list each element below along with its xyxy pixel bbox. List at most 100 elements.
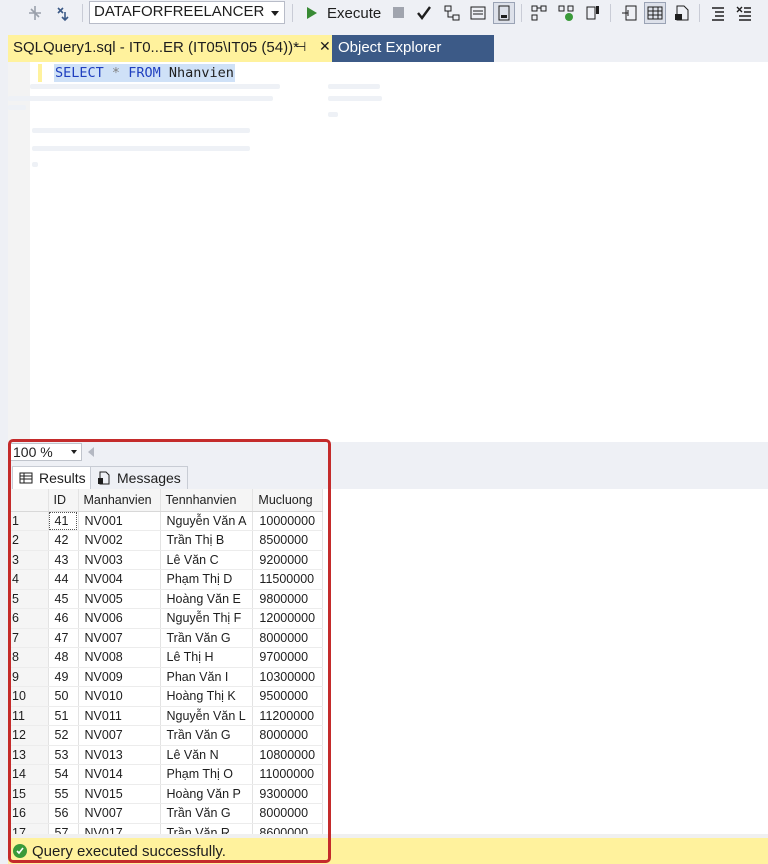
table-cell[interactable]: 11500000: [252, 569, 324, 590]
table-cell[interactable]: 51: [48, 706, 79, 726]
results-text-mode-icon[interactable]: [618, 2, 640, 24]
table-cell[interactable]: 46: [48, 608, 79, 629]
table-cell[interactable]: NV002: [78, 530, 161, 551]
table-cell[interactable]: 45: [48, 589, 79, 609]
column-header[interactable]: Tennhanvien: [160, 489, 254, 512]
pin-icon[interactable]: ⊣: [295, 39, 306, 55]
table-cell[interactable]: 8500000: [252, 530, 324, 551]
results-to-text-icon[interactable]: [467, 2, 489, 24]
table-cell[interactable]: Trần Văn R: [160, 823, 254, 834]
table-cell[interactable]: Nguyễn Thị F: [160, 608, 254, 629]
row-number[interactable]: 7: [8, 628, 49, 648]
table-cell[interactable]: 10000000: [252, 511, 324, 531]
column-header[interactable]: Manhanvien: [78, 489, 161, 512]
table-row[interactable]: 10 50 NV010 Hoàng Thị K 9500000: [8, 686, 324, 707]
table-row[interactable]: 9 49 NV009 Phan Văn I 10300000: [8, 667, 324, 687]
table-cell[interactable]: NV014: [78, 764, 161, 785]
sql-editor[interactable]: SELECT * FROM Nhanvien: [8, 62, 768, 442]
table-row[interactable]: 6 46 NV006 Nguyễn Thị F 12000000: [8, 608, 324, 629]
table-row[interactable]: 5 45 NV005 Hoàng Văn E 9800000: [8, 589, 324, 609]
table-row[interactable]: 7 47 NV007 Trần Văn G 8000000: [8, 628, 324, 648]
table-row[interactable]: 16 56 NV007 Trần Văn G 8000000: [8, 803, 324, 824]
client-stats-icon[interactable]: [582, 2, 604, 24]
table-cell[interactable]: 49: [48, 667, 79, 687]
table-cell[interactable]: 12000000: [252, 608, 324, 629]
table-cell[interactable]: NV010: [78, 686, 161, 707]
row-number[interactable]: 15: [8, 784, 49, 804]
table-cell[interactable]: Hoàng Văn E: [160, 589, 254, 609]
display-plan-icon[interactable]: [528, 2, 550, 24]
table-cell[interactable]: Nguyễn Văn A: [160, 511, 254, 531]
row-number[interactable]: 17: [8, 823, 49, 834]
table-cell[interactable]: 56: [48, 803, 79, 824]
row-number[interactable]: 3: [8, 550, 49, 570]
results-to-grid-icon[interactable]: [493, 2, 515, 24]
table-row[interactable]: 4 44 NV004 Phạm Thị D 11500000: [8, 569, 324, 590]
stop-icon[interactable]: [393, 7, 404, 18]
table-cell[interactable]: Lê Văn N: [160, 745, 254, 765]
row-number[interactable]: 2: [8, 530, 49, 551]
close-icon[interactable]: ✕: [319, 38, 331, 55]
row-number[interactable]: 4: [8, 569, 49, 590]
table-cell[interactable]: NV013: [78, 745, 161, 765]
table-cell[interactable]: 8600000: [252, 823, 324, 834]
table-cell[interactable]: Trần Văn G: [160, 628, 254, 648]
column-header[interactable]: Mucluong: [252, 489, 324, 512]
table-cell[interactable]: Trần Văn G: [160, 725, 254, 746]
execute-button[interactable]: Execute: [301, 2, 381, 24]
table-cell[interactable]: 55: [48, 784, 79, 804]
table-cell[interactable]: 42: [48, 530, 79, 551]
database-select[interactable]: DATAFORFREELANCER: [89, 1, 285, 24]
scroll-left-icon[interactable]: [88, 447, 94, 457]
live-stats-icon[interactable]: [555, 2, 577, 24]
results-grid-mode-icon[interactable]: [644, 2, 666, 24]
table-cell[interactable]: Hoàng Văn P: [160, 784, 254, 804]
table-cell[interactable]: NV011: [78, 706, 161, 726]
table-cell[interactable]: NV007: [78, 725, 161, 746]
table-cell[interactable]: Lê Thị H: [160, 647, 254, 668]
table-cell[interactable]: 47: [48, 628, 79, 648]
table-row[interactable]: 14 54 NV014 Phạm Thị O 11000000: [8, 764, 324, 785]
table-cell[interactable]: 9300000: [252, 784, 324, 804]
table-cell[interactable]: 9800000: [252, 589, 324, 609]
results-file-mode-icon[interactable]: [671, 2, 693, 24]
table-cell[interactable]: NV008: [78, 647, 161, 668]
table-cell[interactable]: NV017: [78, 823, 161, 834]
parse-check-icon[interactable]: [413, 2, 435, 24]
tab-sqlquery1[interactable]: SQLQuery1.sql - IT0...ER (IT05\IT05 (54)…: [8, 35, 332, 62]
table-cell[interactable]: 11200000: [252, 706, 324, 726]
table-row[interactable]: 8 48 NV008 Lê Thị H 9700000: [8, 647, 324, 668]
table-cell[interactable]: 57: [48, 823, 79, 834]
row-number[interactable]: 8: [8, 647, 49, 668]
sql-statement[interactable]: SELECT * FROM Nhanvien: [54, 64, 235, 82]
table-cell[interactable]: 48: [48, 647, 79, 668]
table-row[interactable]: 11 51 NV011 Nguyễn Văn L 11200000: [8, 706, 324, 726]
table-cell[interactable]: NV004: [78, 569, 161, 590]
table-cell[interactable]: Trần Văn G: [160, 803, 254, 824]
table-cell[interactable]: 11000000: [252, 764, 324, 785]
row-number[interactable]: 12: [8, 725, 49, 746]
table-cell[interactable]: NV005: [78, 589, 161, 609]
row-number[interactable]: 10: [8, 686, 49, 707]
tab-results[interactable]: Results: [12, 466, 93, 489]
comment-lines-icon[interactable]: [707, 2, 729, 24]
row-number-header[interactable]: [8, 489, 49, 512]
zoom-select[interactable]: 100 %: [10, 443, 82, 461]
connect-icon[interactable]: [53, 2, 75, 24]
row-number[interactable]: 6: [8, 608, 49, 629]
row-number[interactable]: 9: [8, 667, 49, 687]
table-cell[interactable]: 50: [48, 686, 79, 707]
table-row[interactable]: 15 55 NV015 Hoàng Văn P 9300000: [8, 784, 324, 804]
row-number[interactable]: 5: [8, 589, 49, 609]
uncomment-lines-icon[interactable]: [733, 2, 755, 24]
table-row[interactable]: 12 52 NV007 Trần Văn G 8000000: [8, 725, 324, 746]
table-row[interactable]: 17 57 NV017 Trần Văn R 8600000: [8, 823, 324, 834]
table-cell[interactable]: NV001: [78, 511, 161, 531]
table-cell[interactable]: 10300000: [252, 667, 324, 687]
row-number[interactable]: 13: [8, 745, 49, 765]
table-cell[interactable]: 9200000: [252, 550, 324, 570]
table-cell[interactable]: Nguyễn Văn L: [160, 706, 254, 726]
table-cell[interactable]: NV007: [78, 628, 161, 648]
table-cell[interactable]: NV007: [78, 803, 161, 824]
table-cell[interactable]: NV006: [78, 608, 161, 629]
